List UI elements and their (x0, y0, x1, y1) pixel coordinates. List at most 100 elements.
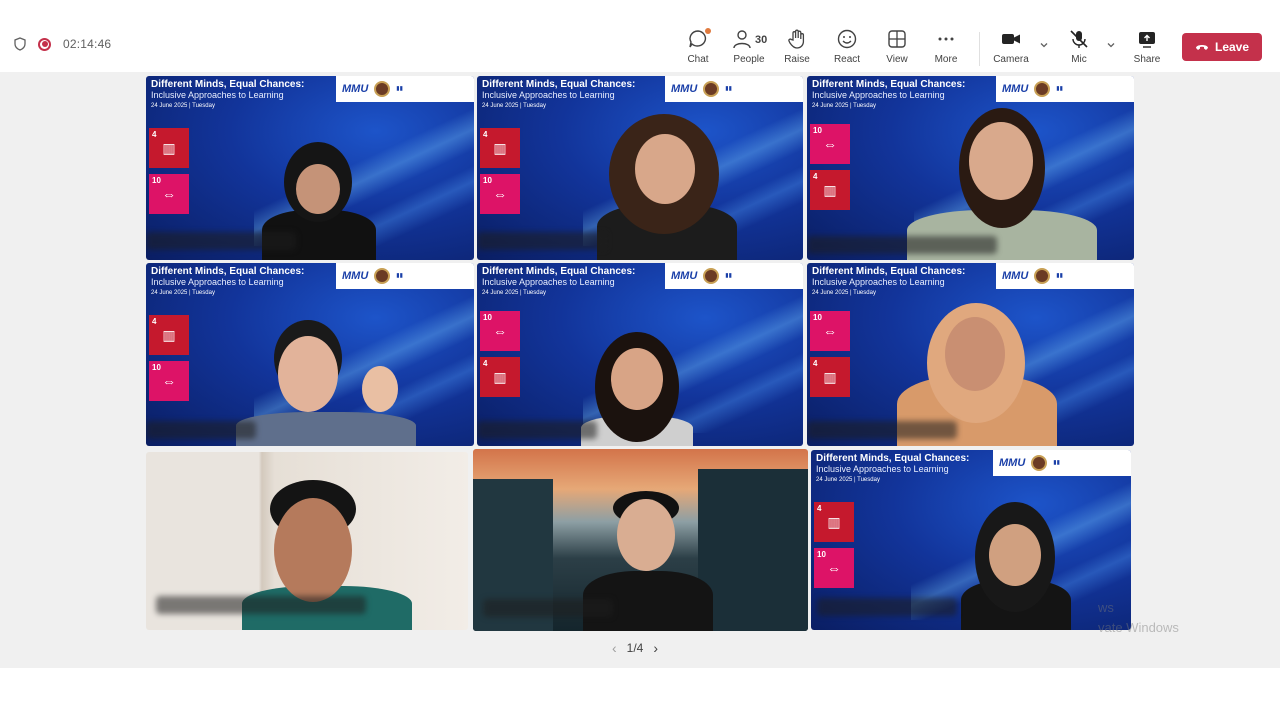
sdg-10-badge: 10 ⇔ (480, 174, 520, 214)
university-seal-logo (1034, 81, 1051, 97)
shield-icon (14, 37, 26, 51)
university-seal-logo (1034, 268, 1051, 284)
participant-tile[interactable]: Different Minds, Equal Chances: Inclusiv… (146, 263, 474, 446)
sponsor-logos: MMU ▮▮ (336, 76, 474, 102)
slide-title-line2: Inclusive Approaches to Learning (816, 464, 949, 474)
sdg-4-badge: 4 ▥ (810, 357, 850, 397)
more-label: More (934, 54, 958, 65)
mic-button[interactable]: Mic (1056, 28, 1102, 65)
react-button[interactable]: React (824, 28, 870, 65)
participant-name-redacted (146, 232, 296, 250)
sponsor-logos: MMU ▮▮ (993, 450, 1131, 476)
sdg-4-badge: 4 ▥ (149, 128, 189, 168)
chat-button[interactable]: Chat (675, 28, 721, 65)
sdg-10-badge: 10 ⇔ (480, 311, 520, 351)
activate-windows-watermark: ws vate Windows (1098, 598, 1179, 638)
sdg-10-badge: 10 ⇔ (814, 548, 854, 588)
mmu-logo: MMU (1002, 270, 1029, 282)
partner-logo: ▮▮ (396, 85, 403, 92)
equality-icon: ⇔ (162, 186, 176, 202)
recording-icon (38, 37, 51, 51)
equality-icon: ⇔ (823, 323, 837, 339)
mic-muted-icon (1070, 30, 1088, 48)
participant-video (961, 502, 1071, 630)
raise-hand-button[interactable]: Raise (774, 28, 820, 65)
participant-name-redacted (807, 236, 997, 254)
slide-date: 24 June 2025 | Tuesday (151, 290, 215, 296)
meeting-status: 02:14:46 (14, 37, 111, 51)
slide-title: Different Minds, Equal Chances: Inclusiv… (146, 76, 336, 112)
slide-title-line1: Different Minds, Equal Chances: (482, 266, 636, 277)
next-page-chevron-icon[interactable]: › (653, 640, 658, 656)
sdg-10-badge: 10 ⇔ (149, 174, 189, 214)
participant-name-redacted (483, 599, 613, 617)
equality-icon: ⇔ (493, 186, 507, 202)
book-icon: ▥ (493, 140, 507, 156)
emoji-icon (837, 29, 857, 49)
slide-title-line1: Different Minds, Equal Chances: (816, 453, 970, 464)
book-icon: ▥ (162, 140, 176, 156)
participant-tile[interactable] (146, 452, 468, 630)
participant-tile[interactable]: Different Minds, Equal Chances: Inclusiv… (146, 76, 474, 260)
partner-logo: ▮▮ (396, 272, 403, 279)
participant-tile[interactable]: Different Minds, Equal Chances: Inclusiv… (477, 76, 803, 260)
share-icon (1139, 32, 1155, 48)
sdg-10-badge: 10 ⇔ (149, 361, 189, 401)
sdg-4-badge: 4 ▥ (810, 170, 850, 210)
participant-tile[interactable]: Different Minds, Equal Chances: Inclusiv… (477, 263, 803, 446)
slide-title-line1: Different Minds, Equal Chances: (151, 266, 305, 277)
leave-button[interactable]: Leave (1182, 33, 1262, 61)
people-button[interactable]: 30 People (724, 28, 774, 65)
people-icon (733, 30, 751, 49)
slide-title-line2: Inclusive Approaches to Learning (482, 90, 615, 100)
previous-page-chevron-icon[interactable]: ‹ (612, 640, 617, 656)
participant-video (236, 320, 416, 446)
book-icon: ▥ (823, 182, 837, 198)
partner-logo: ▮▮ (725, 85, 732, 92)
university-seal-logo (703, 268, 720, 284)
sdg-4-badge: 4 ▥ (814, 502, 854, 542)
mmu-logo: MMU (342, 83, 369, 95)
notification-dot (705, 28, 711, 34)
participant-tile[interactable]: Different Minds, Equal Chances: Inclusiv… (811, 450, 1131, 630)
sdg-10-badge: 10 ⇔ (810, 311, 850, 351)
mic-options-chevron-icon[interactable] (1106, 40, 1116, 50)
view-button[interactable]: View (874, 28, 920, 65)
equality-icon: ⇔ (162, 373, 176, 389)
sdg-4-badge: 4 ▥ (480, 357, 520, 397)
sponsor-logos: MMU ▮▮ (665, 263, 803, 289)
participant-name-redacted (817, 598, 957, 616)
share-button[interactable]: Share (1124, 28, 1170, 65)
more-button[interactable]: More (923, 28, 969, 65)
participant-video (587, 114, 747, 260)
equality-icon: ⇔ (823, 136, 837, 152)
grid-view-icon (888, 30, 906, 48)
participant-tile[interactable]: Different Minds, Equal Chances: Inclusiv… (807, 263, 1134, 446)
slide-title-line1: Different Minds, Equal Chances: (812, 266, 966, 277)
slide-title-line2: Inclusive Approaches to Learning (812, 277, 945, 287)
participant-tile[interactable] (473, 449, 808, 631)
react-label: React (833, 54, 861, 65)
slide-title-line2: Inclusive Approaches to Learning (151, 90, 284, 100)
view-label: View (886, 54, 908, 65)
sdg-4-badge: 4 ▥ (149, 315, 189, 355)
camera-button[interactable]: Camera (988, 28, 1034, 65)
mic-label: Mic (1071, 54, 1087, 65)
participant-name-redacted (146, 421, 256, 439)
meeting-toolbar: 02:14:46 Chat 30 People Raise React View… (0, 0, 1280, 72)
sponsor-logos: MMU ▮▮ (336, 263, 474, 289)
sdg-4-badge: 4 ▥ (480, 128, 520, 168)
partner-logo: ▮▮ (725, 272, 732, 279)
share-label: Share (1133, 54, 1161, 65)
equality-icon: ⇔ (827, 560, 841, 576)
university-seal-logo (374, 268, 391, 284)
book-icon: ▥ (827, 514, 841, 530)
camera-options-chevron-icon[interactable] (1039, 40, 1049, 50)
partner-logo: ▮▮ (1053, 459, 1060, 466)
slide-title-line1: Different Minds, Equal Chances: (151, 79, 305, 90)
hand-icon (788, 29, 805, 49)
participant-tile[interactable]: Different Minds, Equal Chances: Inclusiv… (807, 76, 1134, 260)
university-seal-logo (1031, 455, 1048, 471)
gallery-pager: ‹ 1/4 › (612, 640, 658, 656)
slide-date: 24 June 2025 | Tuesday (482, 103, 546, 109)
